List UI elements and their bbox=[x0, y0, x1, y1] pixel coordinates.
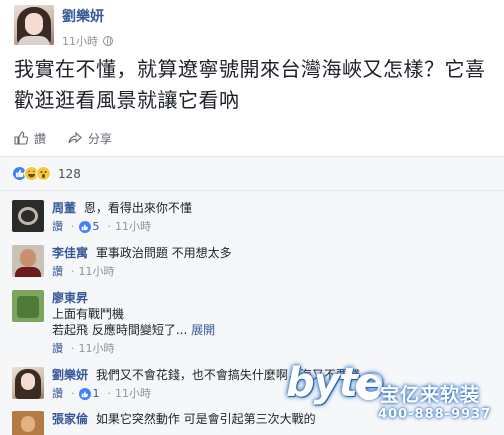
comment-author[interactable]: 劉樂妍 bbox=[52, 368, 88, 382]
comment-body: 張家倫 如果它突然動作 可是會引起第三次大戰的 bbox=[52, 411, 316, 435]
comment-body: 李佳寓 軍事政治問題 不用想太多 讚 · 11小時 bbox=[52, 245, 232, 280]
share-icon bbox=[68, 131, 82, 144]
avatar[interactable] bbox=[12, 290, 44, 322]
post-author-name[interactable]: 劉樂妍 bbox=[62, 6, 113, 26]
avatar[interactable] bbox=[12, 411, 44, 435]
thumbs-up-icon bbox=[14, 131, 28, 145]
post-timestamp[interactable]: 11小時 bbox=[62, 33, 98, 49]
comment-time[interactable]: 11小時 bbox=[79, 341, 115, 357]
post-meta: 劉樂妍 11小時 bbox=[62, 5, 113, 49]
share-button[interactable]: 分享 bbox=[68, 130, 112, 147]
comment-like-count[interactable]: 1 bbox=[93, 386, 100, 402]
comment-meta: 讚 · 11小時 bbox=[52, 264, 115, 280]
avatar[interactable] bbox=[12, 245, 44, 277]
comment: 李佳寓 軍事政治問題 不用想太多 讚 · 11小時 bbox=[12, 245, 492, 280]
avatar[interactable] bbox=[12, 200, 44, 232]
post-text: 我實在不懂，就算遼寧號開來台灣海峽又怎樣？它喜歡逛逛看風景就讓它看吶 bbox=[14, 57, 486, 112]
comment-time[interactable]: 11小時 bbox=[115, 386, 151, 402]
avatar[interactable] bbox=[12, 367, 44, 399]
share-label: 分享 bbox=[88, 131, 113, 146]
wow-icon bbox=[36, 166, 51, 181]
post-actions: 讚 分享 bbox=[14, 128, 134, 148]
comment-like-count[interactable]: 5 bbox=[93, 219, 100, 235]
watermark-logo-icon bbox=[356, 374, 382, 400]
comment: 周董 恩，看得出來你不懂 讚 · 5 · 11小時 bbox=[12, 200, 492, 235]
watermark: byte 宝亿来软装 400-888-9937 bbox=[286, 360, 504, 435]
comment-author[interactable]: 李佳寓 bbox=[52, 246, 88, 260]
globe-icon bbox=[103, 36, 113, 46]
comment-text-line: 上面有戰鬥機 bbox=[52, 307, 125, 321]
comment-time[interactable]: 11小時 bbox=[115, 219, 151, 235]
comment-author[interactable]: 周董 bbox=[52, 201, 76, 215]
comment-like-button[interactable]: 讚 bbox=[52, 341, 63, 357]
comment-meta: 讚 · 5 · 11小時 bbox=[52, 219, 151, 235]
like-icon bbox=[78, 221, 91, 233]
avatar[interactable] bbox=[14, 5, 54, 45]
like-icon bbox=[78, 388, 91, 400]
comment-body: 周董 恩，看得出來你不懂 讚 · 5 · 11小時 bbox=[52, 200, 192, 235]
watermark-name: 宝亿来软装 bbox=[380, 384, 481, 406]
comment-author[interactable]: 廖東昇 bbox=[52, 291, 88, 305]
like-label: 讚 bbox=[34, 131, 47, 146]
comment-text: 恩，看得出來你不懂 bbox=[83, 201, 192, 215]
post-time-row: 11小時 bbox=[62, 33, 113, 49]
comment-author[interactable]: 張家倫 bbox=[52, 412, 88, 426]
comment-body: 廖東昇 上面有戰鬥機 若起飛 反應時間變短了... 展開 讚 · 11小時 bbox=[52, 290, 215, 357]
post-header: 劉樂妍 11小時 bbox=[14, 5, 113, 48]
comment: 廖東昇 上面有戰鬥機 若起飛 反應時間變短了... 展開 讚 · 11小時 bbox=[12, 290, 492, 357]
comment-text-line: 若起飛 反應時間變短了... bbox=[52, 323, 188, 337]
watermark-phone: 400-888-9937 bbox=[378, 407, 492, 422]
comment-meta: 讚 · 11小時 bbox=[52, 341, 115, 357]
comment-text: 軍事政治問題 不用想太多 bbox=[95, 246, 232, 260]
comment-like-button[interactable]: 讚 bbox=[52, 219, 63, 235]
comment-text: 如果它突然動作 可是會引起第三次大戰的 bbox=[95, 412, 316, 426]
like-button[interactable]: 讚 bbox=[14, 130, 46, 147]
comment-time[interactable]: 11小時 bbox=[79, 264, 115, 280]
reactions-bar[interactable]: 128 bbox=[0, 157, 504, 191]
reaction-count[interactable]: 128 bbox=[58, 167, 81, 181]
comment-like-button[interactable]: 讚 bbox=[52, 386, 63, 402]
see-more-link[interactable]: 展開 bbox=[191, 323, 215, 337]
comment-like-button[interactable]: 讚 bbox=[52, 264, 63, 280]
